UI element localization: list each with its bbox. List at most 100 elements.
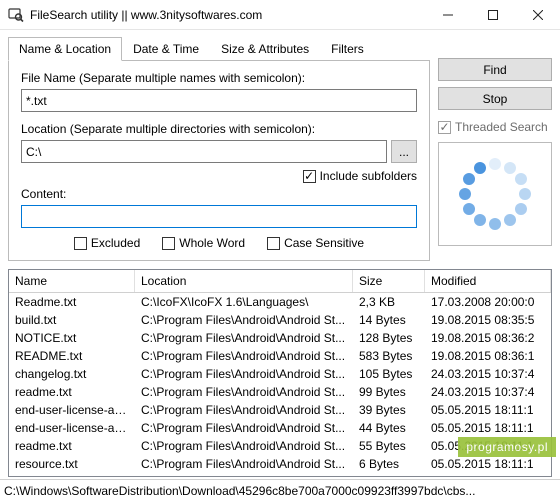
tab-label: Date & Time: [133, 42, 199, 56]
tab-name-location[interactable]: Name & Location: [8, 37, 122, 61]
app-icon: [8, 7, 24, 23]
cell-size: 55 Bytes: [353, 439, 425, 453]
table-row[interactable]: NOTICE.txtC:\Program Files\Android\Andro…: [9, 329, 551, 347]
watermark: programosy.pl: [458, 437, 556, 457]
cell-name: readme.txt: [9, 439, 135, 453]
cell-size: 105 Bytes: [353, 367, 425, 381]
window-title: FileSearch utility || www.3nitysoftwares…: [30, 8, 425, 22]
tab-filters[interactable]: Filters: [320, 37, 375, 61]
cell-modified: 05.05.2015 18:11:1: [425, 457, 551, 471]
cell-location: C:\Program Files\Android\Android St...: [135, 403, 353, 417]
content-input[interactable]: [21, 205, 417, 228]
checkbox-label: Include subfolders: [320, 169, 417, 183]
threaded-search-checkbox: ✓ Threaded Search: [438, 120, 552, 134]
include-subfolders-checkbox[interactable]: ✓ Include subfolders: [303, 169, 417, 183]
location-label: Location (Separate multiple directories …: [21, 122, 417, 136]
checkbox-label: Excluded: [91, 236, 140, 250]
cell-name: build.txt: [9, 313, 135, 327]
tabstrip: Name & Location Date & Time Size & Attri…: [8, 37, 430, 61]
checkbox-label: Whole Word: [179, 236, 245, 250]
cell-size: 39 Bytes: [353, 403, 425, 417]
maximize-button[interactable]: [470, 0, 515, 29]
cell-size: 44 Bytes: [353, 421, 425, 435]
cell-size: 128 Bytes: [353, 331, 425, 345]
table-row[interactable]: changelog.txtC:\Program Files\Android\An…: [9, 365, 551, 383]
button-label: Stop: [483, 92, 508, 106]
cell-location: C:\Program Files\Android\Android St...: [135, 367, 353, 381]
tab-label: Size & Attributes: [221, 42, 309, 56]
table-row[interactable]: build.txtC:\Program Files\Android\Androi…: [9, 311, 551, 329]
cell-name: Readme.txt: [9, 295, 135, 309]
cell-modified: 24.03.2015 10:37:4: [425, 367, 551, 381]
cell-location: C:\Program Files\Android\Android St...: [135, 385, 353, 399]
filename-label: File Name (Separate multiple names with …: [21, 71, 417, 85]
checkbox-box: ✓: [438, 121, 451, 134]
content-label: Content:: [21, 187, 417, 201]
progress-spinner: [438, 142, 552, 246]
table-row[interactable]: readme.txtC:\Program Files\Android\Andro…: [9, 383, 551, 401]
filename-input[interactable]: [21, 89, 417, 112]
cell-size: 6 Bytes: [353, 457, 425, 471]
browse-button[interactable]: ...: [391, 140, 417, 163]
stop-button[interactable]: Stop: [438, 87, 552, 110]
cell-modified: 19.08.2015 08:36:2: [425, 331, 551, 345]
table-row[interactable]: Readme.txtC:\IcoFX\IcoFX 1.6\Languages\2…: [9, 293, 551, 311]
tab-size-attributes[interactable]: Size & Attributes: [210, 37, 320, 61]
column-modified[interactable]: Modified: [425, 270, 551, 292]
tab-label: Filters: [331, 42, 364, 56]
titlebar[interactable]: FileSearch utility || www.3nitysoftwares…: [0, 0, 560, 30]
cell-name: end-user-license-agre...: [9, 403, 135, 417]
cell-location: C:\Program Files\Android\Android St...: [135, 421, 353, 435]
cell-modified: 19.08.2015 08:36:1: [425, 349, 551, 363]
cell-modified: 17.03.2008 20:00:0: [425, 295, 551, 309]
column-name[interactable]: Name: [9, 270, 135, 292]
cell-size: 583 Bytes: [353, 349, 425, 363]
cell-location: C:\Program Files\Android\Android St...: [135, 349, 353, 363]
casesensitive-checkbox[interactable]: Case Sensitive: [267, 236, 364, 250]
column-location[interactable]: Location: [135, 270, 353, 292]
cell-name: resource.txt: [9, 457, 135, 471]
table-row[interactable]: end-user-license-agre...C:\Program Files…: [9, 401, 551, 419]
minimize-button[interactable]: [425, 0, 470, 29]
cell-name: NOTICE.txt: [9, 331, 135, 345]
table-row[interactable]: resource.txtC:\Program Files\Android\And…: [9, 455, 551, 473]
statusbar: C:\Windows\SoftwareDistribution\Download…: [0, 479, 560, 501]
tab-label: Name & Location: [19, 42, 111, 56]
status-path: C:\Windows\SoftwareDistribution\Download…: [4, 484, 475, 498]
cell-modified: 05.05.2015 18:11:1: [425, 403, 551, 417]
column-size[interactable]: Size: [353, 270, 425, 292]
cell-size: 2,3 KB: [353, 295, 425, 309]
cell-location: C:\Program Files\Android\Android St...: [135, 313, 353, 327]
cell-name: README.txt: [9, 349, 135, 363]
check-icon: ✓: [439, 121, 449, 133]
ellipsis-icon: ...: [399, 145, 409, 159]
table-row[interactable]: end-user-license-agre...C:\Program Files…: [9, 419, 551, 437]
find-button[interactable]: Find: [438, 58, 552, 81]
excluded-checkbox[interactable]: Excluded: [74, 236, 140, 250]
table-row[interactable]: README.txtC:\Program Files\Android\Andro…: [9, 347, 551, 365]
location-input[interactable]: [21, 140, 387, 163]
checkbox-label: Threaded Search: [455, 120, 548, 134]
tab-date-time[interactable]: Date & Time: [122, 37, 210, 61]
cell-size: 99 Bytes: [353, 385, 425, 399]
cell-location: C:\Program Files\Android\Android St...: [135, 331, 353, 345]
cell-modified: 24.03.2015 10:37:4: [425, 385, 551, 399]
checkbox-box: [162, 237, 175, 250]
cell-name: changelog.txt: [9, 367, 135, 381]
cell-name: end-user-license-agre...: [9, 421, 135, 435]
checkbox-box: [267, 237, 280, 250]
column-headers: Name Location Size Modified: [9, 270, 551, 293]
cell-location: C:\IcoFX\IcoFX 1.6\Languages\: [135, 295, 353, 309]
cell-name: readme.txt: [9, 385, 135, 399]
cell-size: 14 Bytes: [353, 313, 425, 327]
cell-location: C:\Program Files\Android\Android St...: [135, 457, 353, 471]
checkbox-label: Case Sensitive: [284, 236, 364, 250]
tabpanel-name-location: File Name (Separate multiple names with …: [8, 60, 430, 261]
button-label: Find: [483, 63, 506, 77]
cell-modified: 05.05.2015 18:11:1: [425, 421, 551, 435]
cell-modified: 19.08.2015 08:35:5: [425, 313, 551, 327]
checkbox-box: [74, 237, 87, 250]
close-button[interactable]: [515, 0, 560, 29]
check-icon: ✓: [304, 170, 314, 182]
wholeword-checkbox[interactable]: Whole Word: [162, 236, 245, 250]
